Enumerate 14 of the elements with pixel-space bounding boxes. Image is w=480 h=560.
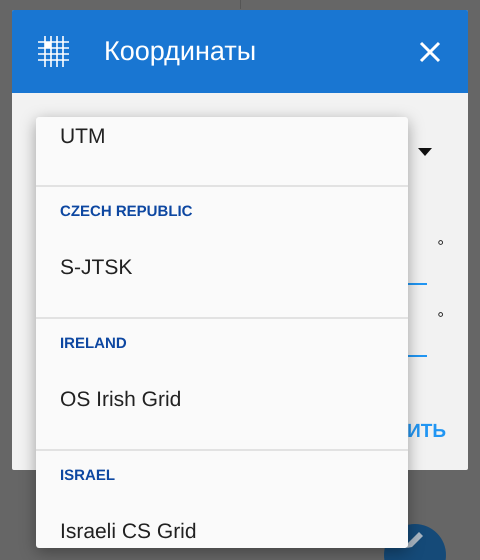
group-header: ISRAEL (60, 467, 116, 485)
dialog-title: Координаты (104, 38, 258, 65)
group-header: CZECH REPUBLIC (60, 203, 193, 221)
menu-option[interactable]: UTM (60, 124, 106, 150)
close-button[interactable] (418, 40, 442, 64)
caret-icon (418, 148, 432, 156)
degree-label: ° (437, 310, 444, 327)
menu-option[interactable]: S-JTSK (60, 255, 132, 281)
degree-label: ° (437, 238, 444, 255)
menu-option[interactable]: Israeli CS Grid (60, 519, 197, 545)
menu-option[interactable]: OS Irish Grid (60, 387, 182, 413)
grid-icon (38, 36, 69, 67)
close-icon (419, 40, 441, 62)
group-header: IRELAND (60, 335, 127, 353)
